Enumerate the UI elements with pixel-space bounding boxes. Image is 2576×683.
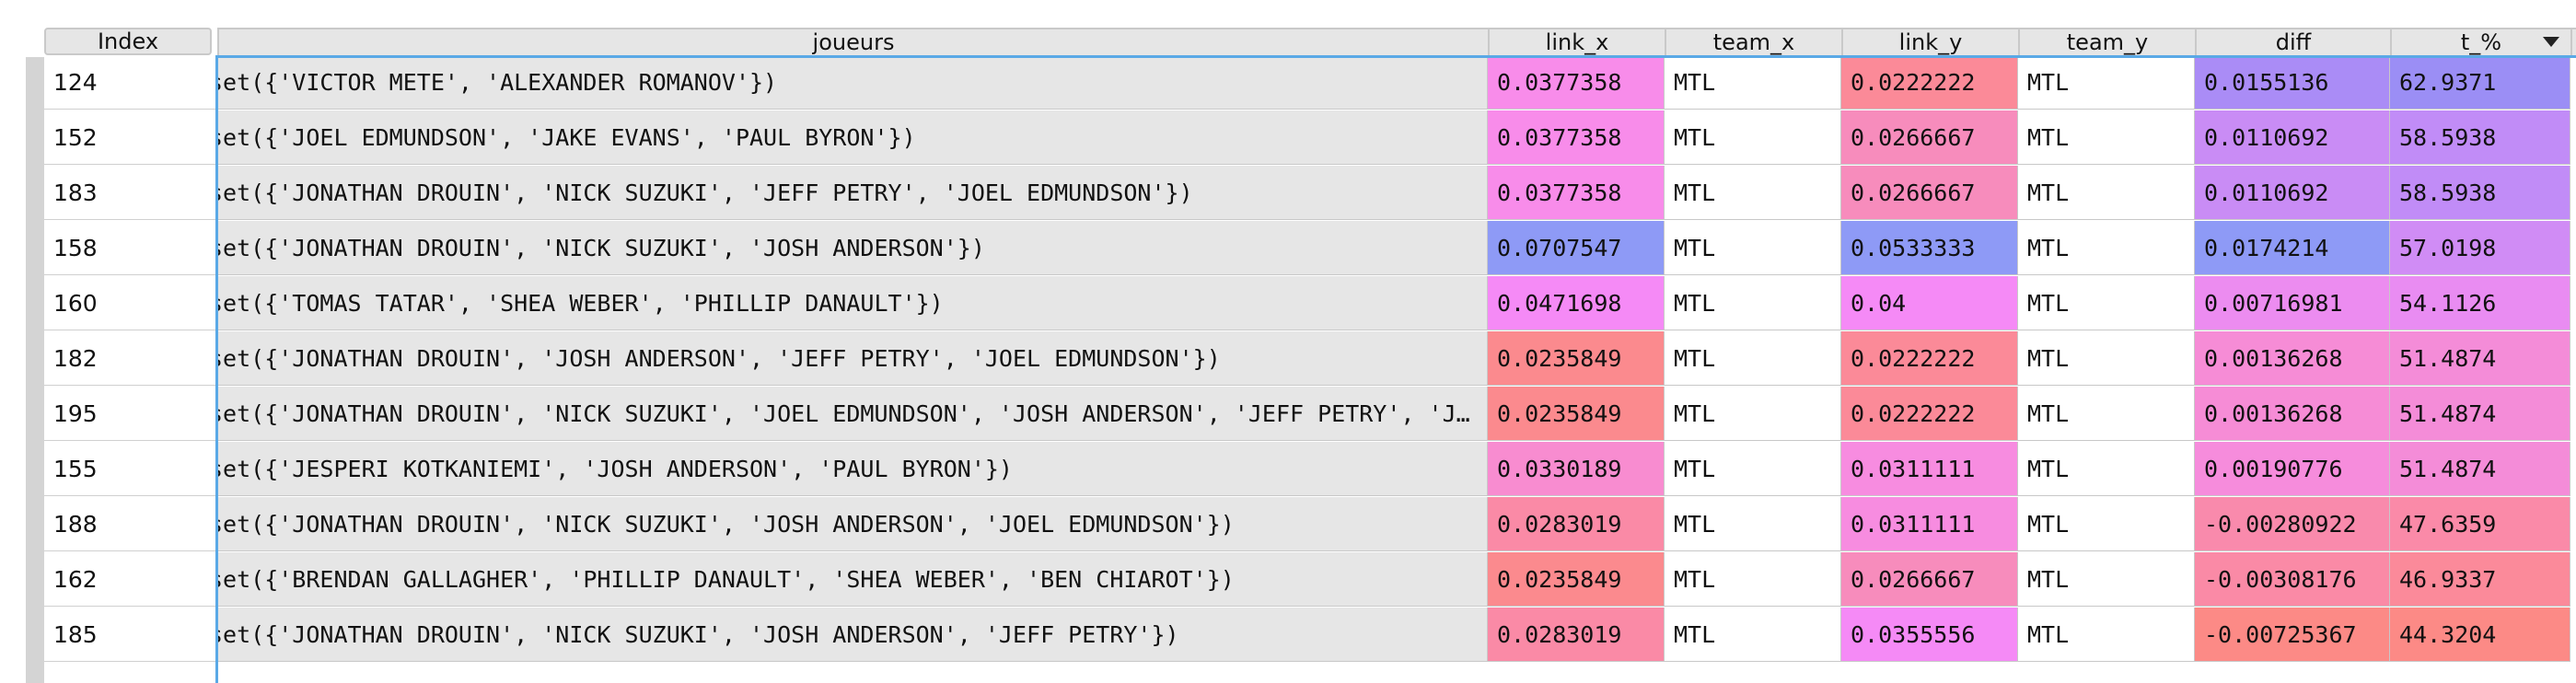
column-header-label: diff bbox=[2275, 29, 2312, 55]
dataframe-viewer: Index joueurs link_x team_x link_y team_y dif… bbox=[0, 0, 2576, 683]
column-header-label: team_x bbox=[1712, 29, 1795, 55]
column-header-label: team_y bbox=[2066, 29, 2149, 55]
row-index-cell[interactable]: 155 bbox=[44, 442, 215, 496]
row-index-cell[interactable]: 162 bbox=[44, 552, 215, 607]
column-header-label: joueurs bbox=[812, 29, 895, 55]
column-header-label: link_x bbox=[1545, 29, 1609, 55]
row-index-cell[interactable]: 152 bbox=[44, 110, 215, 165]
index-column-header[interactable]: Index bbox=[44, 28, 212, 55]
column-header-label: link_y bbox=[1898, 29, 1963, 55]
row-index-cell[interactable]: 188 bbox=[44, 497, 215, 551]
column-header-team-y[interactable]: team_y bbox=[2020, 29, 2197, 55]
row-index-cell[interactable]: 158 bbox=[44, 221, 215, 275]
grid-selection-frame bbox=[215, 55, 2576, 683]
row-index-cell[interactable]: 183 bbox=[44, 166, 215, 220]
index-header-label: Index bbox=[97, 29, 159, 54]
column-header-t-pct[interactable]: t_% bbox=[2392, 29, 2572, 55]
column-header-team-x[interactable]: team_x bbox=[1666, 29, 1843, 55]
toolbar-area bbox=[0, 0, 2576, 26]
row-index-cell[interactable]: 160 bbox=[44, 276, 215, 330]
sort-descending-icon[interactable] bbox=[2543, 37, 2559, 47]
column-header-joueurs[interactable]: joueurs bbox=[219, 29, 1490, 55]
column-header-bar: joueurs link_x team_x link_y team_y diff t_% bbox=[217, 28, 2576, 55]
row-index-cell[interactable]: 195 bbox=[44, 387, 215, 441]
column-header-label: t_% bbox=[2460, 29, 2502, 55]
row-index-cell[interactable]: 182 bbox=[44, 331, 215, 386]
row-index-cell[interactable]: 124 bbox=[44, 55, 215, 110]
column-header-link-y[interactable]: link_y bbox=[1843, 29, 2020, 55]
row-index-cell[interactable]: 185 bbox=[44, 608, 215, 662]
column-header-link-x[interactable]: link_x bbox=[1490, 29, 1666, 55]
column-header-diff[interactable]: diff bbox=[2197, 29, 2392, 55]
